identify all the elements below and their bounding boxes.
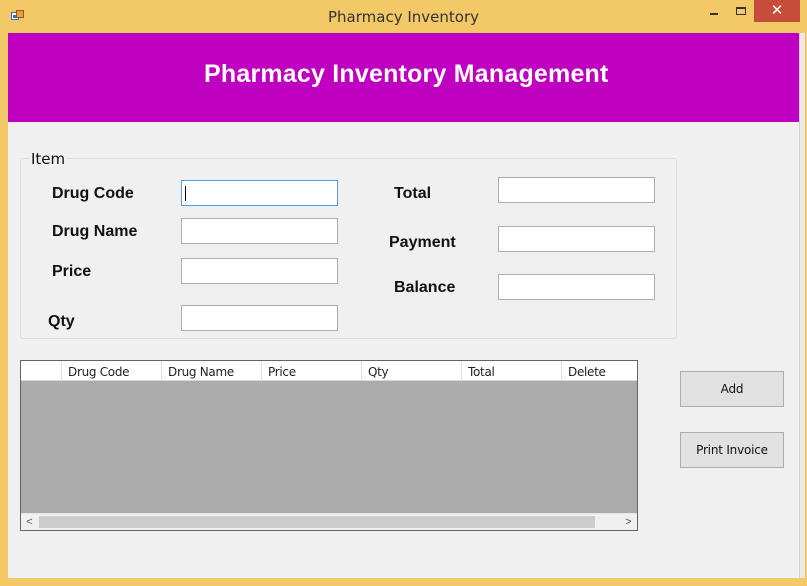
window-title: Pharmacy Inventory (328, 8, 479, 26)
minimize-button[interactable] (700, 0, 727, 22)
balance-label: Balance (394, 279, 456, 296)
scroll-left-icon[interactable]: < (21, 514, 38, 530)
total-field[interactable] (498, 177, 655, 203)
column-header-drug-code[interactable]: Drug Code (62, 361, 162, 381)
row-header-corner[interactable] (21, 361, 62, 381)
add-button[interactable]: Add (680, 371, 784, 407)
qty-label: Qty (48, 313, 75, 330)
price-input[interactable] (182, 259, 337, 283)
header-banner: Pharmacy Inventory Management (8, 33, 799, 122)
drug-name-label: Drug Name (52, 223, 138, 240)
column-header-qty[interactable]: Qty (362, 361, 462, 381)
drug-name-field[interactable] (181, 218, 338, 244)
items-datagrid[interactable]: Drug Code Drug Name Price Qty Total Dele… (20, 360, 638, 531)
column-header-price[interactable]: Price (262, 361, 362, 381)
qty-field[interactable] (181, 305, 338, 331)
payment-input[interactable] (499, 227, 654, 251)
close-button[interactable]: ✕ (754, 0, 800, 22)
price-label: Price (52, 263, 92, 280)
payment-label: Payment (389, 234, 456, 251)
minimize-icon (710, 13, 718, 15)
drug-code-field[interactable] (181, 180, 338, 206)
page-title: Pharmacy Inventory Management (204, 60, 609, 88)
qty-input[interactable] (182, 306, 337, 330)
main-window: Pharmacy Inventory ✕ Pharmacy Inventory … (0, 0, 807, 586)
text-caret (185, 186, 186, 201)
window-edge-scrollbar[interactable] (799, 33, 805, 578)
horizontal-scrollbar[interactable]: < > (21, 513, 637, 530)
grid-header-row: Drug Code Drug Name Price Qty Total Dele… (21, 361, 637, 381)
print-invoice-button[interactable]: Print Invoice (680, 432, 784, 468)
column-header-delete[interactable]: Delete (562, 361, 637, 381)
item-group-legend: Item (29, 150, 68, 168)
scroll-right-icon[interactable]: > (620, 514, 637, 530)
price-field[interactable] (181, 258, 338, 284)
total-input[interactable] (499, 178, 654, 202)
scroll-thumb[interactable] (39, 516, 595, 528)
drug-code-input[interactable] (182, 181, 337, 205)
drug-name-input[interactable] (182, 219, 337, 243)
total-label: Total (394, 185, 432, 202)
payment-field[interactable] (498, 226, 655, 252)
form-client-area: Pharmacy Inventory Management Item Drug … (8, 33, 799, 578)
column-header-drug-name[interactable]: Drug Name (162, 361, 262, 381)
maximize-icon (736, 7, 746, 15)
close-icon: ✕ (770, 1, 784, 19)
maximize-button[interactable] (727, 0, 754, 22)
title-bar[interactable]: Pharmacy Inventory ✕ (0, 0, 807, 33)
drug-code-label: Drug Code (52, 185, 134, 202)
balance-input[interactable] (499, 275, 654, 299)
balance-field[interactable] (498, 274, 655, 300)
column-header-total[interactable]: Total (462, 361, 562, 381)
